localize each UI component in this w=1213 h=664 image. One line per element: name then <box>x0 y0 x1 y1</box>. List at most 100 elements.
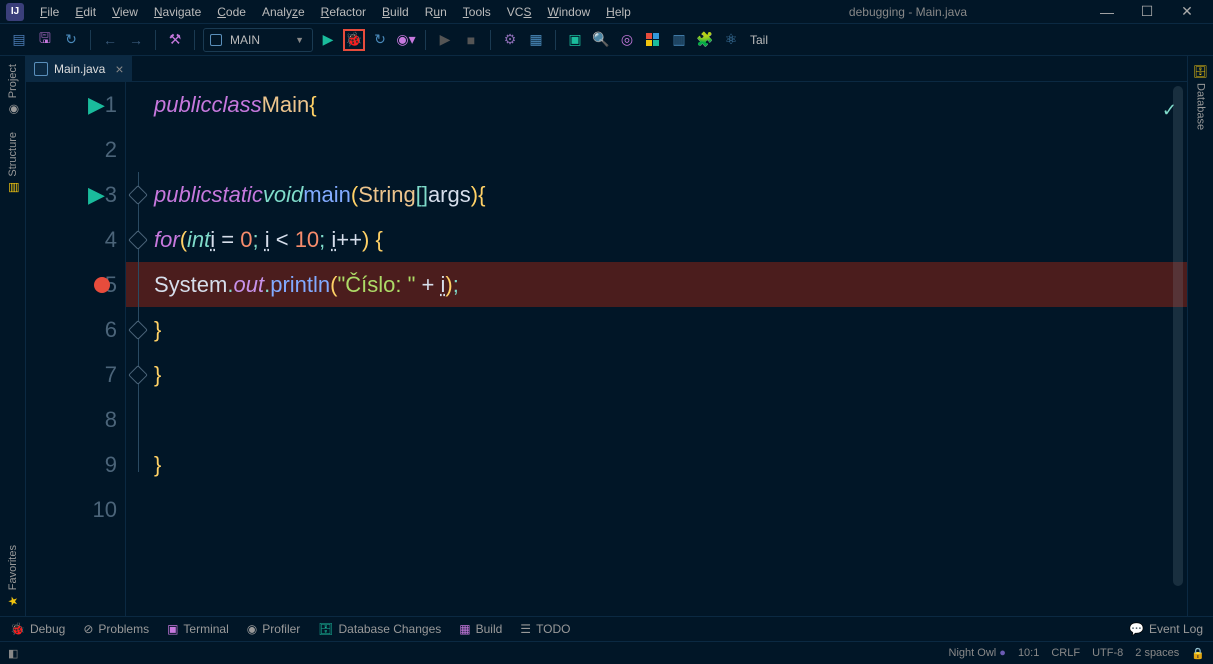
coverage-icon[interactable]: ↻ <box>369 29 391 51</box>
rail-structure[interactable]: ▤Structure <box>4 124 22 203</box>
window-title: debugging - Main.java <box>849 5 967 19</box>
colors-icon[interactable] <box>642 29 664 51</box>
todo-icon: ☰ <box>520 622 531 636</box>
menu-window[interactable]: Window <box>539 3 598 21</box>
terminal-square-icon[interactable]: ▣ <box>564 29 586 51</box>
tool-profiler[interactable]: ◉Profiler <box>247 622 301 636</box>
bottom-tool-bar: 🐞Debug ⊘Problems ▣Terminal ◉Profiler 🗄Da… <box>0 616 1213 641</box>
window-maximize-button[interactable]: ☐ <box>1127 3 1167 20</box>
code-line[interactable] <box>126 127 1187 172</box>
gutter-line[interactable]: 9 <box>26 442 125 487</box>
code-line[interactable]: public class Main { <box>126 82 1187 127</box>
rail-database[interactable]: 🗄Database <box>1192 56 1210 138</box>
code-line[interactable] <box>126 397 1187 442</box>
forward-icon[interactable]: → <box>125 29 147 51</box>
tool-event-log[interactable]: 💬Event Log <box>1129 622 1203 636</box>
code-line-breakpoint[interactable]: System.out.println("Číslo: " + i); <box>126 262 1187 307</box>
target-icon[interactable]: ◎ <box>616 29 638 51</box>
search-icon[interactable]: 🔍 <box>590 29 612 51</box>
code-line[interactable]: for (int i = 0; i < 10; i++) { <box>126 217 1187 262</box>
breakpoint-icon[interactable] <box>94 277 110 293</box>
menu-tools[interactable]: Tools <box>455 3 499 21</box>
refresh-icon[interactable]: ↻ <box>60 29 82 51</box>
lock-icon[interactable]: 🔒 <box>1191 647 1205 660</box>
status-corner-icon[interactable]: ◧ <box>8 647 18 660</box>
menu-file[interactable]: File <box>32 3 67 21</box>
gutter-line[interactable]: 6 <box>26 307 125 352</box>
gutter-line[interactable]: 1▶ <box>26 82 125 127</box>
run-icon[interactable]: ▶ <box>317 29 339 51</box>
colors-swatch-icon <box>646 33 660 47</box>
bug-icon: 🐞 <box>10 622 25 636</box>
stop-icon[interactable]: ■ <box>460 29 482 51</box>
tabs-bar: Main.java × <box>26 56 1187 82</box>
structure-icon: ▤ <box>6 181 20 195</box>
run-config-icon <box>210 34 222 46</box>
main-area: ◉Project ▤Structure ★Favorites Main.java… <box>0 56 1213 616</box>
attach-icon[interactable]: ▶ <box>434 29 456 51</box>
java-file-icon <box>34 62 48 76</box>
menu-navigate[interactable]: Navigate <box>146 3 209 21</box>
toolbar: ▤ 🖫 ↻ ← → ⚒ MAIN ▼ ▶ 🐞 ↻ ◉▾ ▶ ■ ⚙ ▦ ▣ 🔍 … <box>0 24 1213 56</box>
gutter-line[interactable]: 7 <box>26 352 125 397</box>
run-line-icon[interactable]: ▶ <box>88 82 105 127</box>
back-icon[interactable]: ← <box>99 29 121 51</box>
menu-analyze[interactable]: Analyze <box>254 3 313 21</box>
rail-project[interactable]: ◉Project <box>4 56 22 124</box>
gutter-line[interactable]: 10 <box>26 487 125 532</box>
status-theme[interactable]: Night Owl ● <box>949 647 1006 659</box>
panel-icon[interactable]: ▥ <box>668 29 690 51</box>
status-encoding[interactable]: UTF-8 <box>1092 647 1123 659</box>
gutter-line[interactable]: 8 <box>26 397 125 442</box>
tab-main-java[interactable]: Main.java × <box>26 56 132 81</box>
scrollbar-thumb[interactable] <box>1173 86 1183 586</box>
gutter-line[interactable]: 4 <box>26 217 125 262</box>
code-text[interactable]: public class Main { public static void m… <box>126 82 1187 616</box>
scrollbar[interactable] <box>1173 86 1185 596</box>
status-position[interactable]: 10:1 <box>1018 647 1039 659</box>
menu-edit[interactable]: Edit <box>67 3 104 21</box>
menu-run[interactable]: Run <box>417 3 455 21</box>
gutter-line[interactable]: 3▶ <box>26 172 125 217</box>
status-indent[interactable]: 2 spaces <box>1135 647 1179 659</box>
code-line[interactable]: } <box>126 442 1187 487</box>
settings-icon[interactable]: ⚙ <box>499 29 521 51</box>
code-line[interactable]: } <box>126 307 1187 352</box>
tool-todo[interactable]: ☰TODO <box>520 622 570 636</box>
menu-code[interactable]: Code <box>209 3 254 21</box>
save-icon[interactable]: 🖫 <box>34 29 56 51</box>
puzzle-icon[interactable]: 🧩 <box>694 29 716 51</box>
run-config-selector[interactable]: MAIN ▼ <box>203 28 313 52</box>
menu-refactor[interactable]: Refactor <box>313 3 374 21</box>
window-close-button[interactable]: ✕ <box>1167 3 1207 20</box>
hammer-build-icon[interactable]: ⚒ <box>164 29 186 51</box>
gutter-line[interactable]: 2 <box>26 127 125 172</box>
menu-build[interactable]: Build <box>374 3 417 21</box>
grid-icon[interactable]: ▦ <box>525 29 547 51</box>
tool-build[interactable]: ▦Build <box>459 622 502 636</box>
open-file-icon[interactable]: ▤ <box>8 29 30 51</box>
tool-debug[interactable]: 🐞Debug <box>10 622 65 636</box>
menu-view[interactable]: View <box>104 3 146 21</box>
code-line[interactable] <box>126 487 1187 532</box>
status-eol[interactable]: CRLF <box>1051 647 1080 659</box>
code-line[interactable]: } <box>126 352 1187 397</box>
tail-label[interactable]: Tail <box>750 33 768 47</box>
editor-area: Main.java × 1▶ 2 3▶ 4 5 6 7 8 9 10 publi… <box>26 56 1187 616</box>
window-minimize-button[interactable]: — <box>1087 4 1127 20</box>
run-line-icon[interactable]: ▶ <box>88 172 105 217</box>
profile-icon[interactable]: ◉▾ <box>395 29 417 51</box>
gutter[interactable]: 1▶ 2 3▶ 4 5 6 7 8 9 10 <box>26 82 126 616</box>
tool-problems[interactable]: ⊘Problems <box>83 622 149 636</box>
atom-icon[interactable]: ⚛ <box>720 29 742 51</box>
debug-icon[interactable]: 🐞 <box>343 29 365 51</box>
rail-favorites[interactable]: ★Favorites <box>4 537 22 616</box>
menu-help[interactable]: Help <box>598 3 639 21</box>
menu-vcs[interactable]: VCS <box>499 3 540 21</box>
gutter-line[interactable]: 5 <box>26 262 125 307</box>
tool-db-changes[interactable]: 🗄Database Changes <box>318 622 441 636</box>
code-editor[interactable]: 1▶ 2 3▶ 4 5 6 7 8 9 10 public class Main… <box>26 82 1187 616</box>
tool-terminal[interactable]: ▣Terminal <box>167 622 229 636</box>
code-line[interactable]: public static void main(String[] args) { <box>126 172 1187 217</box>
tab-close-icon[interactable]: × <box>115 61 123 77</box>
